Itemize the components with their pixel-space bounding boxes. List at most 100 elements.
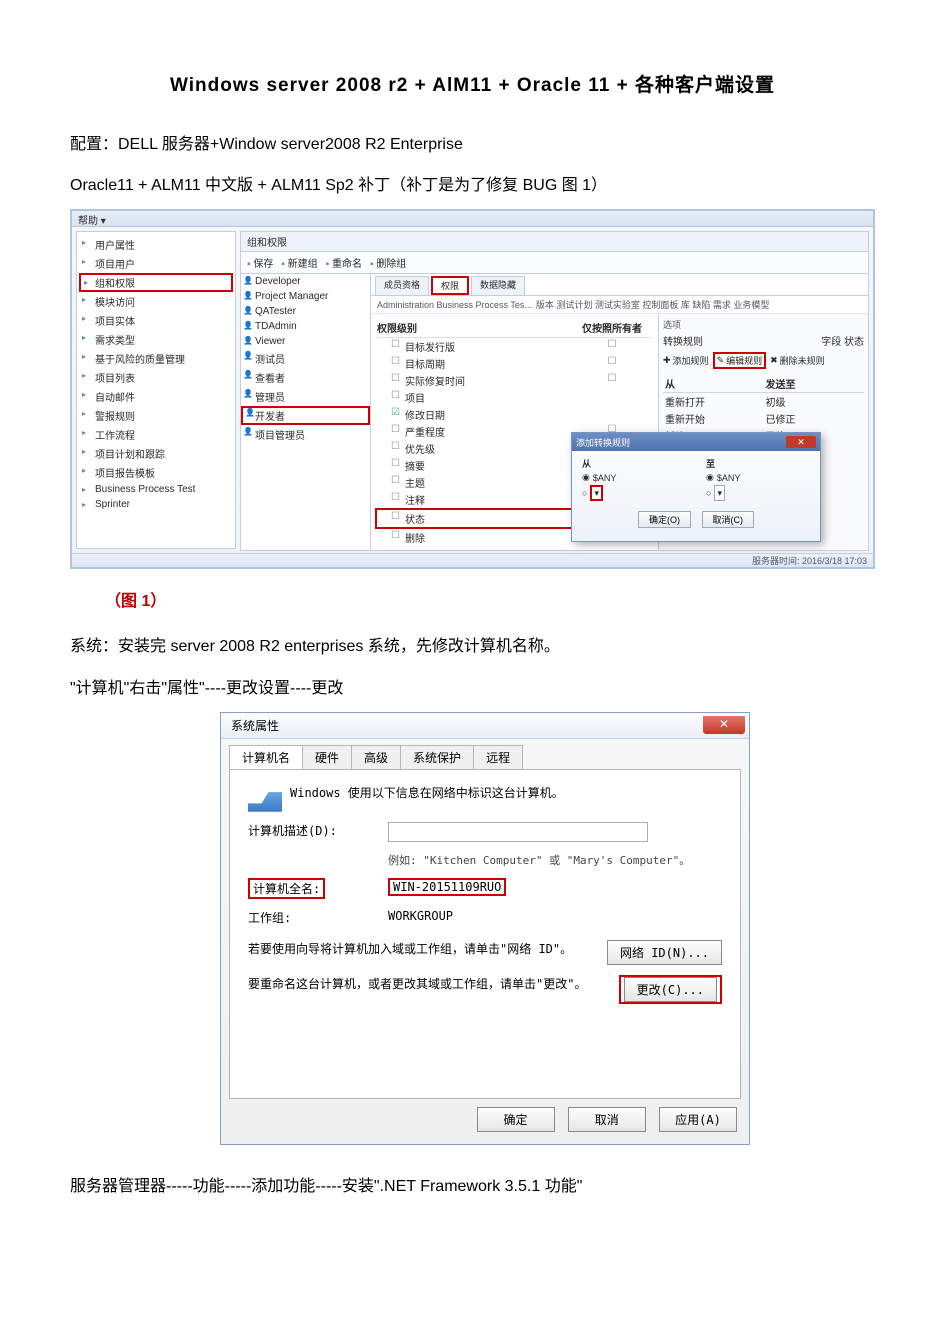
config-line-1: 配置：DELL 服务器+Window server2008 R2 Enterpr… [70, 127, 875, 162]
ok-button[interactable]: 确定 [477, 1107, 555, 1132]
field-status-label: 字段 状态 [821, 333, 864, 348]
grid-hdr-owner: 仅按照所有者 [572, 320, 652, 335]
screenshot-alm: 帮助 ▾ 用户属性项目用户组和权限模块访问项目实体需求类型基于风险的质量管理项目… [70, 209, 875, 569]
sysprop-tab[interactable]: 硬件 [302, 745, 352, 769]
netid-text: 若要使用向导将计算机加入域或工作组，请单击"网络 ID"。 [248, 940, 607, 957]
apply-button[interactable]: 应用(A) [659, 1107, 737, 1132]
sidebar-item[interactable]: 需求类型 [79, 330, 233, 349]
network-id-button[interactable]: 网络 ID(N)... [607, 940, 722, 965]
alm-roles-list[interactable]: DeveloperProject ManagerQATesterTDAdminV… [241, 274, 371, 550]
perm-tab[interactable]: 数据隐藏 [471, 276, 525, 295]
sysprop-tabs[interactable]: 计算机名硬件高级系统保护远程 [221, 739, 749, 769]
alm-module-crumb[interactable]: Administration Business Process Tes… 版本 … [371, 296, 868, 314]
workgroup-value: WORKGROUP [388, 909, 722, 923]
toolbar-button[interactable]: 保存 [247, 255, 273, 270]
delete-rule-button[interactable]: ✖ 删除未规则 [770, 354, 825, 367]
dialog-ok-button[interactable]: 确定(O) [638, 511, 691, 528]
perm-row[interactable]: 实际修复时间☐ [377, 372, 652, 389]
dialog-cancel-button[interactable]: 取消(C) [702, 511, 755, 528]
sidebar-item[interactable]: 模块访问 [79, 292, 233, 311]
screenshot-system-properties: 系统属性 ✕ 计算机名硬件高级系统保护远程 Windows 使用以下信息在网络中… [220, 712, 750, 1145]
perm-tab[interactable]: 成员资格 [375, 276, 429, 295]
desc-label: 计算机描述(D): [248, 822, 388, 839]
sidebar-item[interactable]: Business Process Test [79, 482, 233, 497]
edit-rule-button[interactable]: ✎ 编辑规则 [713, 352, 767, 369]
role-item[interactable]: 开发者 [241, 406, 370, 425]
change-text: 要重命名这台计算机，或者更改其域或工作组，请单击"更改"。 [248, 975, 619, 992]
sidebar-item[interactable]: 警报规则 [79, 406, 233, 425]
perm-row[interactable]: 修改日期 [377, 406, 652, 423]
sidebar-item[interactable]: Sprinter [79, 497, 233, 512]
sidebar-item[interactable]: 组和权限 [79, 273, 233, 292]
sysprop-title: 系统属性 [231, 717, 279, 734]
role-item[interactable]: Developer [241, 274, 370, 289]
sidebar-item[interactable]: 项目用户 [79, 254, 233, 273]
to-value-radio[interactable]: ○ ▾ [706, 485, 810, 501]
dialog-title: 添加转换规则 [576, 436, 630, 449]
sidebar-item[interactable]: 项目计划和跟踪 [79, 444, 233, 463]
sidebar-item[interactable]: 工作流程 [79, 425, 233, 444]
role-item[interactable]: Project Manager [241, 289, 370, 304]
alm-toolbar[interactable]: 保存新建组重命名删除组 [240, 252, 869, 274]
toolbar-button[interactable]: 删除组 [370, 255, 406, 270]
role-item[interactable]: 查看者 [241, 368, 370, 387]
perm-tab[interactable]: 权限 [431, 276, 469, 295]
fullname-value: WIN-20151109RUO [388, 878, 506, 896]
close-icon[interactable]: ✕ [703, 716, 745, 734]
options-header: 选项 [663, 318, 864, 331]
cancel-button[interactable]: 取消 [568, 1107, 646, 1132]
perm-row[interactable]: 目标周期☐ [377, 355, 652, 372]
page-title: Windows server 2008 r2 + AlM11 + Oracle … [70, 70, 875, 97]
sidebar-item[interactable]: 基于风险的质量管理 [79, 349, 233, 368]
add-rule-button[interactable]: ✚ 添加规则 [663, 354, 709, 367]
from-value-radio[interactable]: ○ ▾ [582, 485, 686, 501]
role-item[interactable]: 管理员 [241, 387, 370, 406]
transition-rule-label: 转换规则 [663, 333, 703, 348]
grid-hdr-level: 权限级别 [377, 320, 572, 335]
sysprop-tab[interactable]: 远程 [473, 745, 523, 769]
col-to: 发送至 [764, 375, 865, 392]
toolbar-button[interactable]: 重命名 [326, 255, 362, 270]
change-button[interactable]: 更改(C)... [624, 977, 717, 1002]
sidebar-item[interactable]: 自动邮件 [79, 387, 233, 406]
from-any-radio[interactable]: ◉ $ANY [582, 472, 686, 483]
sidebar-item[interactable]: 项目实体 [79, 311, 233, 330]
add-transition-dialog: 添加转换规则 ✕ 从 ◉ $ANY ○ ▾ [571, 432, 821, 542]
sidebar-item[interactable]: 项目报告模板 [79, 463, 233, 482]
server-manager-step: 服务器管理器-----功能-----添加功能-----安装".NET Frame… [70, 1169, 875, 1204]
from-combo[interactable]: ▾ [590, 485, 603, 501]
desc-example: 例如: "Kitchen Computer" 或 "Mary's Compute… [388, 852, 722, 868]
role-item[interactable]: 测试员 [241, 349, 370, 368]
transition-row[interactable]: 重新开始已修正 [663, 410, 864, 427]
fullname-label: 计算机全名: [248, 878, 325, 899]
role-item[interactable]: QATester [241, 304, 370, 319]
sidebar-item[interactable]: 项目列表 [79, 368, 233, 387]
perm-row[interactable]: 目标发行版☐ [377, 338, 652, 355]
role-item[interactable]: Viewer [241, 334, 370, 349]
alm-statusbar: 服务器时间: 2016/3/18 17:03 [72, 553, 873, 567]
role-item[interactable]: TDAdmin [241, 319, 370, 334]
system-step-1: 系统：安装完 server 2008 R2 enterprises 系统，先修改… [70, 629, 875, 664]
alm-perm-tabs[interactable]: 成员资格权限数据隐藏 [371, 274, 868, 296]
perm-row[interactable]: 项目 [377, 389, 652, 406]
sysprop-intro: Windows 使用以下信息在网络中标识这台计算机。 [290, 784, 564, 801]
alm-sidebar: 用户属性项目用户组和权限模块访问项目实体需求类型基于风险的质量管理项目列表自动邮… [76, 231, 236, 549]
sidebar-item[interactable]: 用户属性 [79, 235, 233, 254]
role-item[interactable]: 项目管理员 [241, 425, 370, 444]
sysprop-tab[interactable]: 系统保护 [400, 745, 474, 769]
toolbar-button[interactable]: 新建组 [281, 255, 317, 270]
desc-input[interactable] [388, 822, 648, 842]
computer-icon [248, 784, 282, 812]
alm-menubar[interactable]: 帮助 ▾ [72, 211, 873, 227]
to-combo[interactable]: ▾ [714, 485, 725, 501]
sysprop-tab[interactable]: 高级 [351, 745, 401, 769]
transition-row[interactable]: 重新打开初级 [663, 393, 864, 410]
to-any-radio[interactable]: ◉ $ANY [706, 472, 810, 483]
col-from: 从 [663, 375, 764, 392]
workgroup-label: 工作组: [248, 909, 388, 926]
sysprop-tab[interactable]: 计算机名 [229, 745, 303, 769]
config-line-2: Oracle11 + ALM11 中文版 + ALM11 Sp2 补丁（补丁是为… [70, 168, 875, 203]
figure-1-label: （图 1） [105, 587, 875, 611]
alm-panel-header: 组和权限 [240, 231, 869, 252]
close-icon[interactable]: ✕ [786, 436, 816, 448]
